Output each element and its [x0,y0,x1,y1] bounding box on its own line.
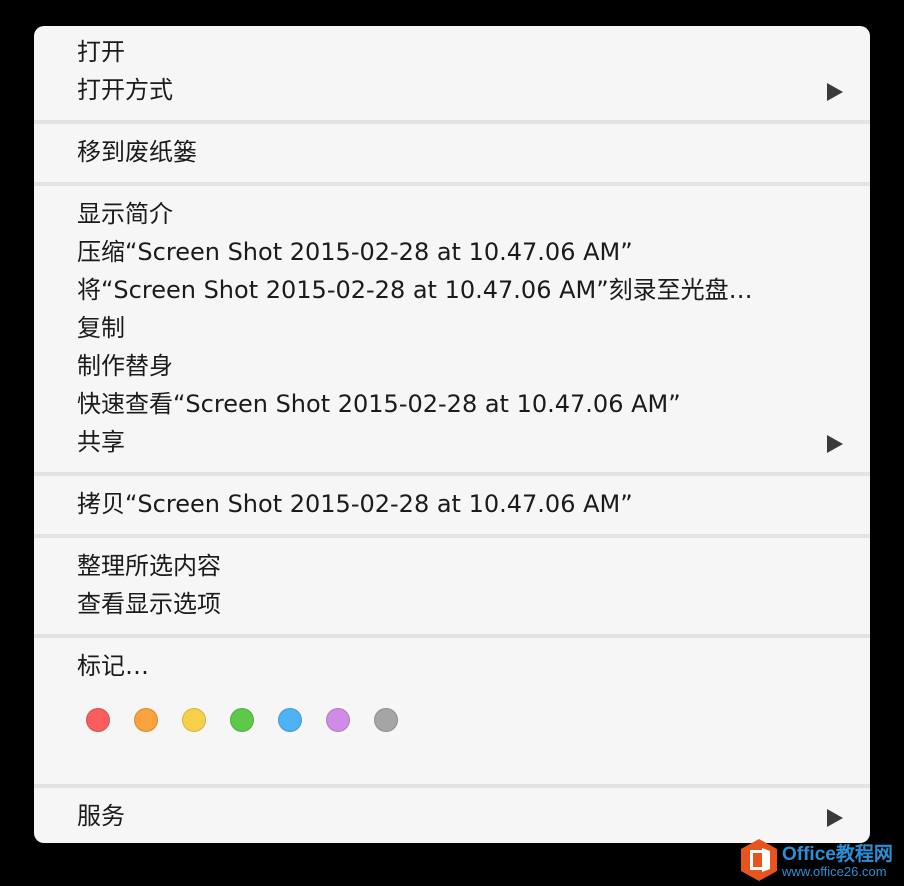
menu-item-label: 压缩“Screen Shot 2015-02-28 at 10.47.06 AM… [77,238,633,266]
menu-item-label: 查看显示选项 [77,590,221,618]
tag-orange-button[interactable] [134,708,158,732]
menu-item-copy[interactable]: 拷贝“Screen Shot 2015-02-28 at 10.47.06 AM… [34,485,870,523]
menu-item-compress[interactable]: 压缩“Screen Shot 2015-02-28 at 10.47.06 AM… [34,233,870,271]
menu-item-label: 标记… [77,652,149,680]
menu-item-label: 整理所选内容 [77,552,221,580]
submenu-arrow-icon [827,83,843,101]
menu-item-make-alias[interactable]: 制作替身 [34,347,870,385]
menu-separator [34,534,870,538]
watermark-title: Office教程网 [782,844,893,865]
menu-item-label: 打开 [77,38,125,66]
tag-yellow-button[interactable] [182,708,206,732]
menu-item-quick-look[interactable]: 快速查看“Screen Shot 2015-02-28 at 10.47.06 … [34,385,870,423]
menu-item-label: 服务 [77,802,125,830]
menu-separator [34,472,870,476]
menu-item-open[interactable]: 打开 [34,33,870,71]
context-menu: 打开 打开方式 移到废纸篓 显示简介 压缩“Screen Shot 2015-0… [34,26,870,843]
menu-item-label: 移到废纸篓 [77,138,197,166]
menu-item-label: 制作替身 [77,352,173,380]
submenu-arrow-icon [827,435,843,453]
menu-item-label: 快速查看“Screen Shot 2015-02-28 at 10.47.06 … [77,390,681,418]
menu-separator [34,120,870,124]
tag-gray-button[interactable] [374,708,398,732]
menu-item-burn-to-disc[interactable]: 将“Screen Shot 2015-02-28 at 10.47.06 AM”… [34,271,870,309]
menu-item-move-to-trash[interactable]: 移到废纸篓 [34,133,870,171]
watermark: Office教程网 www.office26.com [740,834,904,886]
menu-item-label: 拷贝“Screen Shot 2015-02-28 at 10.47.06 AM… [77,490,633,518]
menu-item-label: 打开方式 [77,76,173,104]
menu-item-label: 复制 [77,314,125,342]
menu-item-get-info[interactable]: 显示简介 [34,195,870,233]
menu-separator [34,634,870,638]
menu-item-label: 将“Screen Shot 2015-02-28 at 10.47.06 AM”… [77,276,753,304]
menu-item-share[interactable]: 共享 [34,423,870,461]
menu-item-tags[interactable]: 标记… [34,647,870,685]
menu-item-duplicate[interactable]: 复制 [34,309,870,347]
tag-purple-button[interactable] [326,708,350,732]
menu-item-label: 共享 [77,428,125,456]
tag-green-button[interactable] [230,708,254,732]
menu-separator [34,182,870,186]
tag-red-button[interactable] [86,708,110,732]
menu-separator [34,784,870,788]
menu-item-show-view-options[interactable]: 查看显示选项 [34,585,870,623]
menu-item-services[interactable]: 服务 [34,797,870,835]
office-logo-icon [741,839,777,881]
tag-blue-button[interactable] [278,708,302,732]
menu-item-label: 显示简介 [77,200,173,228]
menu-item-open-with[interactable]: 打开方式 [34,71,870,109]
submenu-arrow-icon [827,809,843,827]
menu-item-clean-up-selection[interactable]: 整理所选内容 [34,547,870,585]
watermark-url: www.office26.com [782,864,887,879]
